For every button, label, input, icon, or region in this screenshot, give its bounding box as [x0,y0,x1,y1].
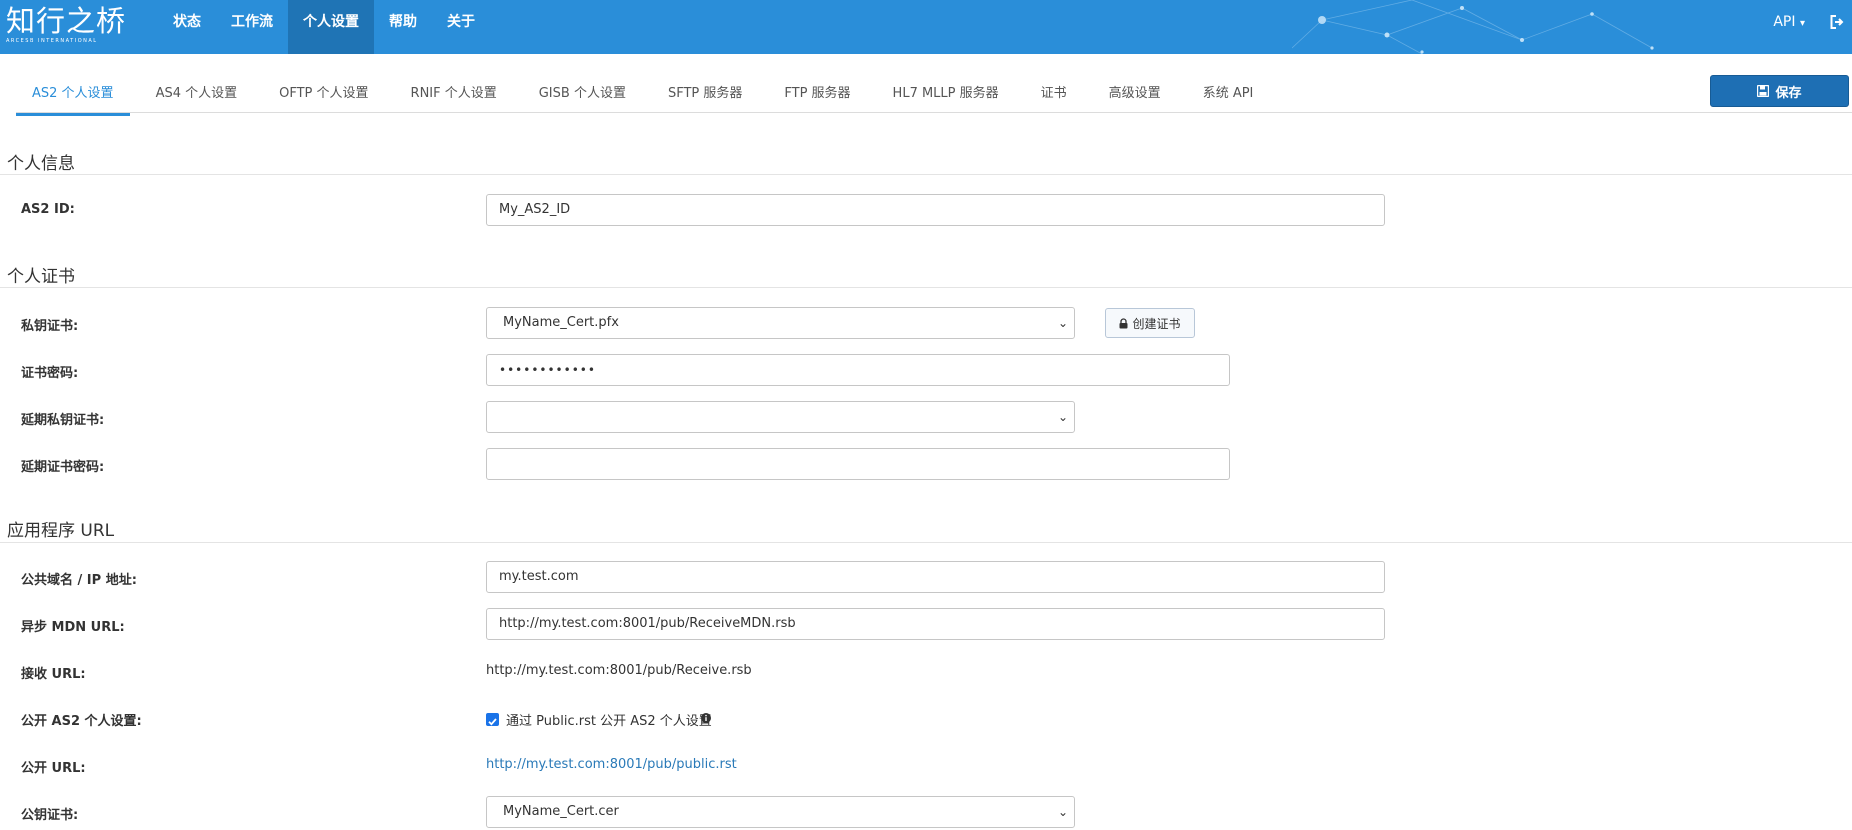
api-menu[interactable]: API ▾ [1773,0,1805,46]
chevron-down-icon: ⌄ [1057,410,1068,424]
tab-as2-profile[interactable]: AS2 个人设置 [16,72,130,116]
cert-password-field[interactable]: •••••••••••• [486,354,1230,386]
receive-url-label: 接收 URL: [21,667,86,682]
tab-certificates[interactable]: 证书 [1025,72,1083,116]
public-url-label: 公开 URL: [21,761,86,776]
tab-rnif-profile[interactable]: RNIF 个人设置 [395,72,513,116]
main-nav: 状态 工作流 个人设置 帮助 关于 [158,0,490,54]
renew-cert-password-label: 延期证书密码: [21,460,105,475]
tab-advanced-settings[interactable]: 高级设置 [1093,72,1177,116]
nav-status[interactable]: 状态 [158,0,216,54]
tab-as4-profile[interactable]: AS4 个人设置 [140,72,254,116]
settings-tabs: AS2 个人设置 AS4 个人设置 OFTP 个人设置 RNIF 个人设置 GI… [16,72,1279,116]
public-domain-field[interactable]: my.test.com [486,561,1385,593]
renew-cert-password-field[interactable] [486,448,1230,480]
tab-hl7-mllp-server[interactable]: HL7 MLLP 服务器 [877,72,1015,116]
section-personal-cert: 个人证书 [7,267,75,287]
async-mdn-url-label: 异步 MDN URL: [21,620,125,635]
info-circle-icon[interactable] [701,708,711,727]
create-cert-label: 创建证书 [1132,316,1181,331]
cert-password-label: 证书密码: [21,366,79,381]
logo-text: 知行之桥 [6,4,127,38]
nav-help[interactable]: 帮助 [374,0,432,54]
public-cert-value: MyName_Cert.cer [503,804,619,819]
publish-as2-text: 通过 Public.rst 公开 AS2 个人设置 [506,714,712,729]
as2-id-label: AS2 ID: [21,202,75,217]
private-cert-label: 私钥证书: [21,319,79,334]
publish-as2-checkbox[interactable] [486,713,499,726]
renew-private-cert-select[interactable]: ⌄ [486,401,1075,433]
public-url-link[interactable]: http://my.test.com:8001/pub/public.rst [486,757,737,772]
floppy-disk-icon [1757,85,1770,97]
tab-gisb-profile[interactable]: GISB 个人设置 [523,72,642,116]
network-decoration [1292,0,1654,54]
caret-down-icon: ▾ [1799,18,1805,29]
section-app-url: 应用程序 URL [7,521,115,541]
tab-ftp-server[interactable]: FTP 服务器 [768,72,866,116]
create-cert-button[interactable]: 创建证书 [1105,308,1195,338]
public-cert-label: 公钥证书: [21,808,79,823]
private-cert-select[interactable]: MyName_Cert.pfx ⌄ [486,307,1075,339]
tab-system-api[interactable]: 系统 API [1187,72,1270,116]
tabs-divider [16,112,1852,113]
nav-profile[interactable]: 个人设置 [288,0,374,54]
chevron-down-icon: ⌄ [1057,805,1068,819]
top-header-bar: 知行之桥 ARCESB INTERNATIONAL 状态 工作流 个人设置 帮助… [0,0,1852,54]
section-personal-info: 个人信息 [7,154,75,174]
logout-icon[interactable] [1830,14,1844,33]
checkmark-icon [488,718,497,726]
logo-subtext: ARCESB INTERNATIONAL [6,38,98,44]
as2-id-field[interactable]: My_AS2_ID [486,194,1385,226]
lock-icon [1119,317,1128,328]
async-mdn-url-field[interactable]: http://my.test.com:8001/pub/ReceiveMDN.r… [486,608,1385,640]
app-logo[interactable]: 知行之桥 ARCESB INTERNATIONAL [6,4,126,44]
save-button[interactable]: 保存 [1710,75,1849,107]
section-divider [0,542,1852,543]
private-cert-value: MyName_Cert.pfx [503,315,619,330]
receive-url-value: http://my.test.com:8001/pub/Receive.rsb [486,663,752,678]
renew-private-cert-label: 延期私钥证书: [21,413,105,428]
tab-sftp-server[interactable]: SFTP 服务器 [652,72,758,116]
nav-workflow[interactable]: 工作流 [216,0,288,54]
nav-about[interactable]: 关于 [432,0,490,54]
save-button-label: 保存 [1775,85,1802,101]
public-domain-label: 公共域名 / IP 地址: [21,573,137,588]
section-divider [0,287,1852,288]
section-divider [0,174,1852,175]
chevron-down-icon: ⌄ [1057,316,1068,330]
api-menu-label: API [1773,14,1796,30]
public-cert-select[interactable]: MyName_Cert.cer ⌄ [486,796,1075,828]
publish-as2-label: 公开 AS2 个人设置: [21,714,142,729]
tab-oftp-profile[interactable]: OFTP 个人设置 [263,72,384,116]
